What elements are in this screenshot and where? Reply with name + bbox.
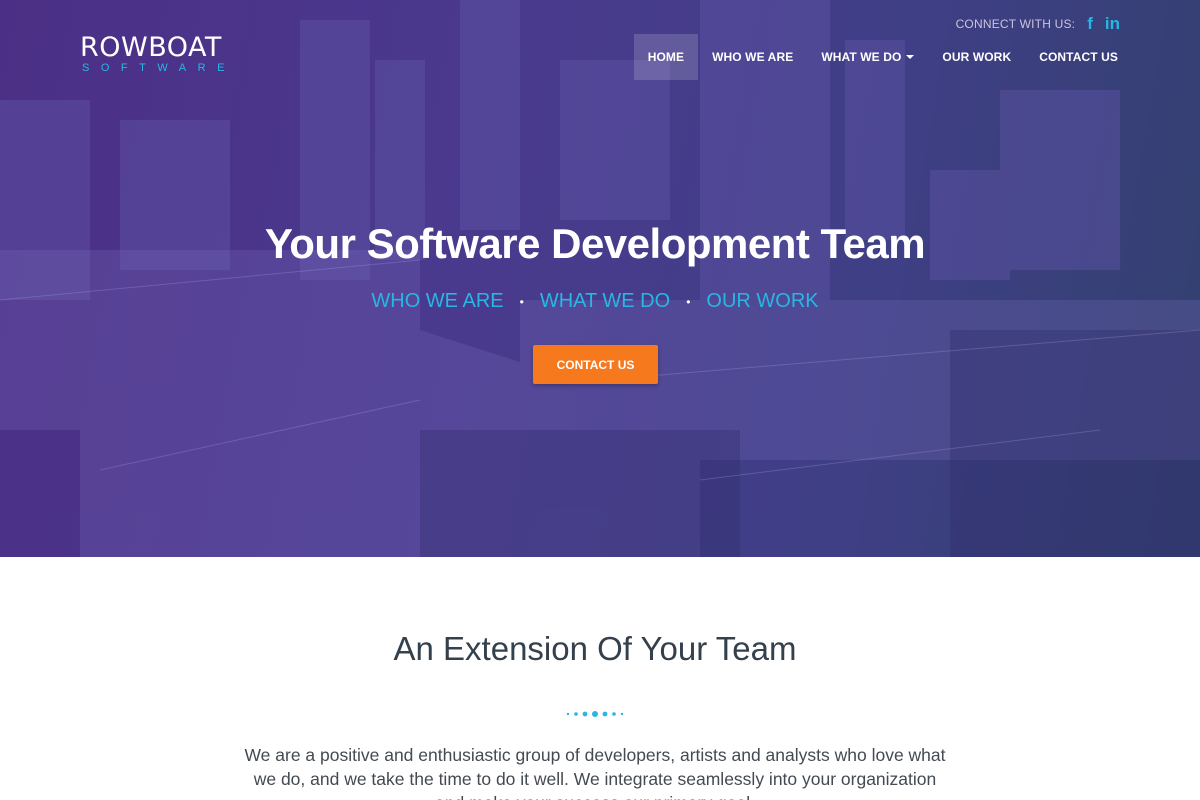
nav-contact-us[interactable]: CONTACT US — [1025, 34, 1132, 80]
contact-us-button[interactable]: CONTACT US — [533, 345, 658, 384]
city-background-image — [0, 0, 1200, 557]
nav-what-we-do[interactable]: WHAT WE DO — [807, 34, 928, 80]
about-section: An Extension Of Your Team We are a posit… — [0, 557, 1200, 800]
hero-link-who-we-are[interactable]: WHO WE ARE — [371, 290, 503, 313]
facebook-icon[interactable]: f — [1087, 14, 1093, 34]
dots-divider-icon — [566, 711, 624, 717]
logo-subtitle: SOFTWARE — [82, 62, 236, 74]
nav-home[interactable]: HOME — [633, 34, 699, 80]
about-text: We are a positive and enthusiastic group… — [244, 745, 946, 800]
hero-title: Your Software Development Team — [264, 220, 926, 267]
main-nav: HOME WHO WE ARE WHAT WE DO OUR WORK CONT… — [633, 34, 1132, 80]
hero-link-our-work[interactable]: OUR WORK — [706, 290, 818, 313]
linkedin-icon[interactable]: in — [1105, 14, 1120, 34]
connect-label: CONNECT WITH US: — [955, 17, 1076, 31]
social-connect: CONNECT WITH US: f in — [956, 14, 1120, 34]
hero-link-what-we-do[interactable]: WHAT WE DO — [540, 290, 670, 313]
hero-section: ROWBOAT SOFTWARE CONNECT WITH US: f in H… — [0, 0, 1200, 557]
bullet-separator: • — [686, 294, 691, 309]
bullet-separator: • — [519, 294, 524, 309]
nav-our-work[interactable]: OUR WORK — [928, 34, 1025, 80]
nav-who-we-are[interactable]: WHO WE ARE — [698, 34, 807, 80]
logo-wordmark: ROWBOAT — [80, 32, 222, 63]
caret-down-icon — [906, 55, 915, 59]
section-title: An Extension Of Your Team — [393, 630, 797, 667]
hero-links: WHO WE ARE • WHAT WE DO • OUR WORK — [0, 290, 1190, 313]
logo[interactable]: ROWBOAT SOFTWARE — [80, 34, 236, 74]
